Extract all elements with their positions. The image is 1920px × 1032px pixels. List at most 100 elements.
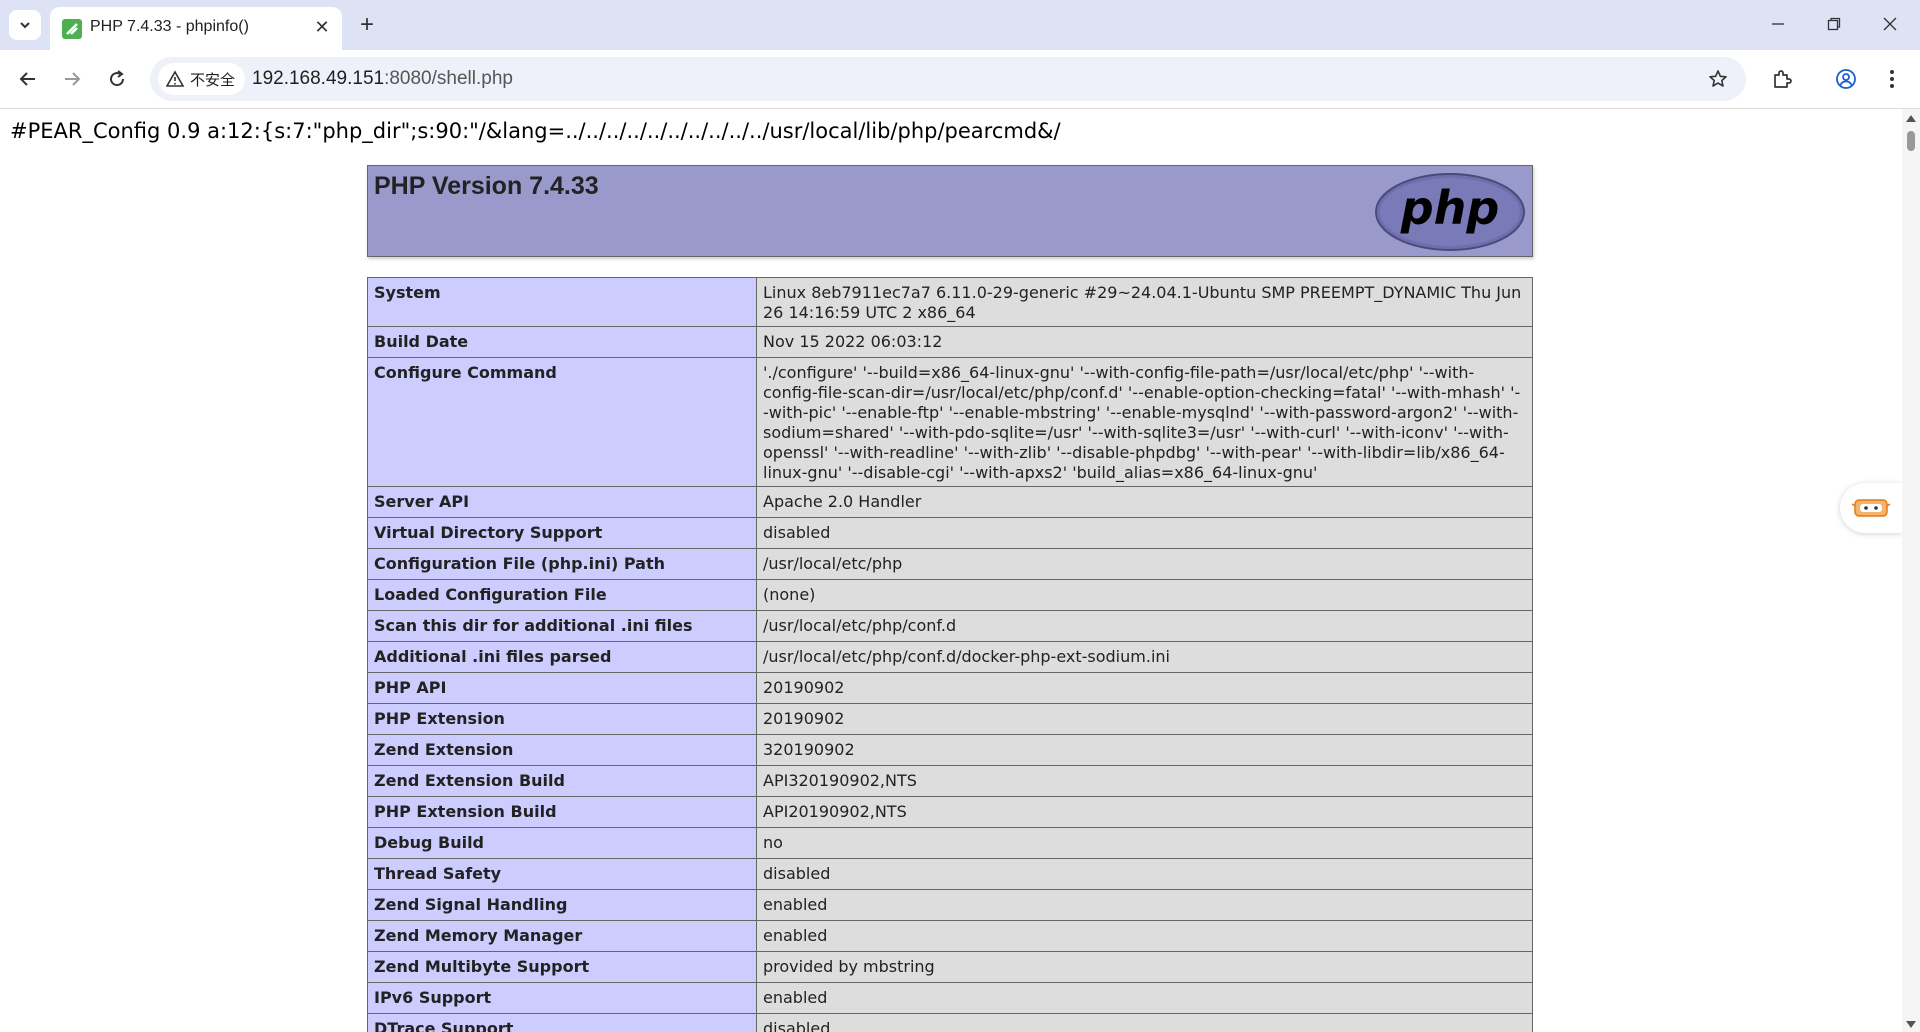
warning-icon (166, 70, 184, 87)
bookmark-star-icon[interactable] (1706, 67, 1730, 91)
info-value: API320190902,NTS (756, 765, 1533, 797)
info-value: disabled (756, 858, 1533, 890)
info-row: Thread Safety disabled (367, 858, 1533, 890)
info-key: Zend Extension Build (367, 765, 757, 797)
info-row: Zend Multibyte Support provided by mbstri… (367, 951, 1533, 983)
info-row: Configure Command './configure' '--build=… (367, 357, 1533, 487)
php-version-title: PHP Version 7.4.33 (374, 172, 599, 200)
info-key: Zend Multibyte Support (367, 951, 757, 983)
info-value: disabled (756, 517, 1533, 549)
arrow-right-icon (65, 72, 81, 86)
info-row: PHP Extension 20190902 (367, 703, 1533, 735)
close-tab-icon[interactable]: ✕ (310, 15, 334, 39)
info-value: API20190902,NTS (756, 796, 1533, 828)
info-key: DTrace Support (367, 1013, 757, 1032)
new-tab-button[interactable]: + (352, 10, 382, 40)
info-row: Zend Signal Handling enabled (367, 889, 1533, 921)
info-value: 320190902 (756, 734, 1533, 766)
security-label: 不安全 (190, 71, 236, 89)
favicon-icon (62, 19, 82, 39)
info-key: PHP API (367, 672, 757, 704)
info-row: IPv6 Support enabled (367, 982, 1533, 1014)
close-icon (1883, 17, 1897, 31)
close-window-button[interactable] (1862, 0, 1918, 48)
info-row: Build Date Nov 15 2022 06:03:12 (367, 326, 1533, 358)
info-key: Zend Extension (367, 734, 757, 766)
chevron-down-icon (20, 22, 30, 29)
info-value: Linux 8eb7911ec7a7 6.11.0-29-generic #29… (756, 277, 1533, 327)
profile-icon[interactable] (1830, 63, 1862, 95)
info-value: /usr/local/etc/php (756, 548, 1533, 580)
scroll-up-arrow-icon[interactable] (1906, 115, 1916, 122)
info-row: Zend Memory Manager enabled (367, 920, 1533, 952)
info-key: Server API (367, 486, 757, 518)
browser-toolbar: 不安全 192.168.49.151:8080/shell.php (0, 50, 1920, 109)
scroll-thumb[interactable] (1907, 131, 1915, 151)
info-key: IPv6 Support (367, 982, 757, 1014)
info-value: 20190902 (756, 703, 1533, 735)
info-row: Loaded Configuration File (none) (367, 579, 1533, 611)
info-row: Zend Extension Build API320190902,NTS (367, 765, 1533, 797)
phpinfo-table: System Linux 8eb7911ec7a7 6.11.0-29-gener… (367, 277, 1533, 1032)
info-key: PHP Extension Build (367, 796, 757, 828)
url-path: :8080/shell.php (384, 68, 513, 89)
info-key: System (367, 277, 757, 327)
info-value: provided by mbstring (756, 951, 1533, 983)
restore-button[interactable] (1806, 0, 1862, 48)
tab-search-button[interactable] (9, 10, 41, 40)
info-value: './configure' '--build=x86_64-linux-gnu'… (756, 357, 1533, 487)
info-row: PHP Extension Build API20190902,NTS (367, 796, 1533, 828)
info-row: Server API Apache 2.0 Handler (367, 486, 1533, 518)
info-key: Zend Signal Handling (367, 889, 757, 921)
tab-title: PHP 7.4.33 - phpinfo() (90, 18, 249, 35)
info-value: /usr/local/etc/php/conf.d/docker-php-ext… (756, 641, 1533, 673)
info-row: Configuration File (php.ini) Path/usr/lo… (367, 548, 1533, 580)
back-button[interactable] (12, 63, 44, 95)
info-key: Virtual Directory Support (367, 517, 757, 549)
php-logo: php (1375, 173, 1525, 251)
php-version-header: PHP Version 7.4.33 php (367, 165, 1533, 257)
tab-active[interactable]: PHP 7.4.33 - phpinfo() ✕ (50, 7, 342, 50)
scroll-down-arrow-icon[interactable] (1906, 1021, 1916, 1028)
minimize-button[interactable] (1750, 0, 1806, 48)
info-value: /usr/local/etc/php/conf.d (756, 610, 1533, 642)
info-value: no (756, 827, 1533, 859)
info-value: Nov 15 2022 06:03:12 (756, 326, 1533, 358)
page-scrollbar[interactable] (1902, 109, 1920, 1032)
menu-kebab-icon[interactable] (1876, 63, 1908, 95)
info-row: DTrace Support disabled (367, 1013, 1533, 1032)
minimize-icon (1772, 23, 1784, 25)
info-key: Zend Memory Manager (367, 920, 757, 952)
page-viewport: #PEAR_Config 0.9 a:12:{s:7:"php_dir";s:9… (0, 109, 1902, 1032)
info-value: disabled (756, 1013, 1533, 1032)
php-logo-text: php (1400, 181, 1500, 235)
assistant-widget-button[interactable] (1840, 483, 1902, 533)
restore-icon (1827, 17, 1841, 31)
info-key: Loaded Configuration File (367, 579, 757, 611)
info-row: Additional .ini files parsed/usr/local/e… (367, 641, 1533, 673)
info-value: enabled (756, 982, 1533, 1014)
info-row: Debug Build no (367, 827, 1533, 859)
extensions-icon[interactable] (1766, 63, 1798, 95)
info-key: Scan this dir for additional .ini files (367, 610, 757, 642)
info-value: enabled (756, 920, 1533, 952)
info-row: Zend Extension 320190902 (367, 734, 1533, 766)
info-key: Thread Safety (367, 858, 757, 890)
info-key: Debug Build (367, 827, 757, 859)
url-text[interactable]: 192.168.49.151:8080/shell.php (252, 68, 513, 90)
robot-icon (1851, 499, 1891, 517)
info-key: Build Date (367, 326, 757, 358)
info-row: Virtual Directory Support disabled (367, 517, 1533, 549)
info-value: Apache 2.0 Handler (756, 486, 1533, 518)
info-row: System Linux 8eb7911ec7a7 6.11.0-29-gener… (367, 277, 1533, 327)
security-chip[interactable]: 不安全 (158, 63, 246, 95)
info-key: Configuration File (php.ini) Path (367, 548, 757, 580)
forward-button[interactable] (56, 63, 88, 95)
info-value: (none) (756, 579, 1533, 611)
pear-config-output: #PEAR_Config 0.9 a:12:{s:7:"php_dir";s:9… (10, 119, 1061, 143)
reload-button[interactable] (101, 63, 133, 95)
info-row: Scan this dir for additional .ini files /… (367, 610, 1533, 642)
info-value: enabled (756, 889, 1533, 921)
address-bar[interactable]: 不安全 192.168.49.151:8080/shell.php (150, 57, 1746, 101)
info-key: Configure Command (367, 357, 757, 487)
